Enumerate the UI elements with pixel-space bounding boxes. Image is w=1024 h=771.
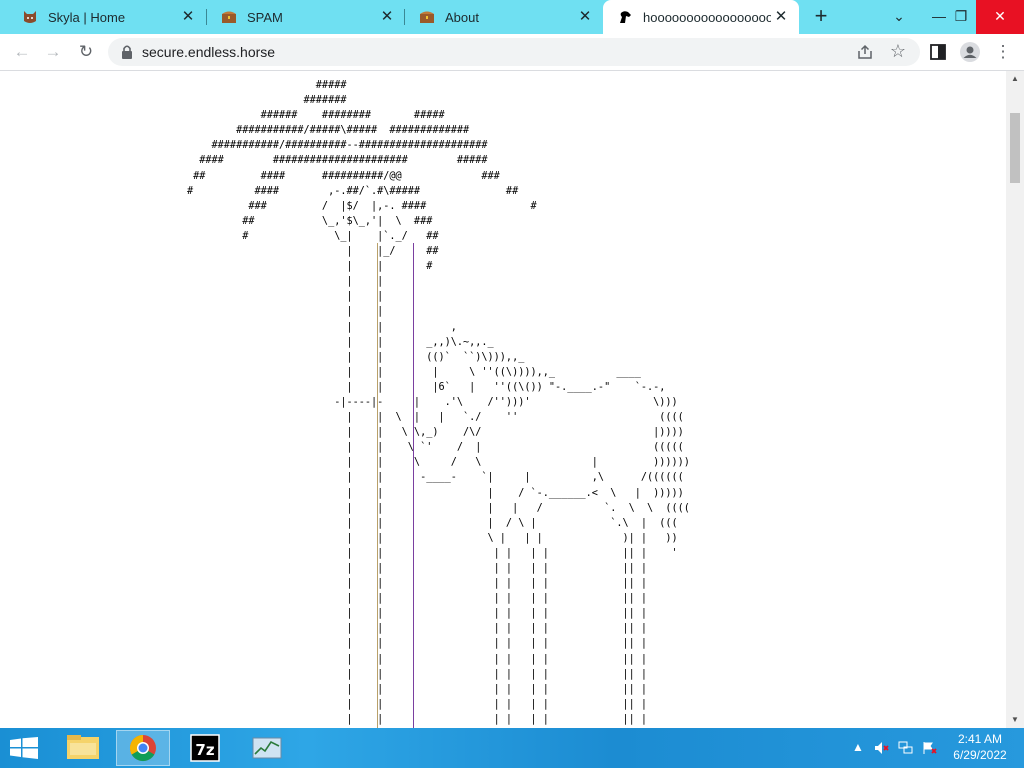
share-icon[interactable] <box>856 43 874 61</box>
horse-ascii-art: ##### ####### ###### ######## ##### ####… <box>187 80 690 725</box>
speaker-muted-icon[interactable] <box>874 741 890 755</box>
taskbar-file-explorer[interactable] <box>56 730 110 766</box>
restore-icon[interactable]: ❐ <box>944 0 978 34</box>
taskbar-chrome[interactable] <box>116 730 170 766</box>
lock-icon[interactable] <box>120 44 134 60</box>
vertical-scrollbar[interactable]: ▲ ▼ <box>1006 71 1024 728</box>
task-manager-icon <box>252 737 282 759</box>
side-panel-icon[interactable] <box>926 40 950 64</box>
network-icon[interactable] <box>898 741 914 755</box>
taskbar-task-manager[interactable] <box>240 730 294 766</box>
profile-avatar-icon[interactable] <box>958 40 982 64</box>
tab-title: Skyla | Home <box>48 9 126 25</box>
treasure-chest-icon <box>222 11 236 23</box>
tab-strip: Skyla | Home ✕ SPAM ✕ About ✕ hooooooooo… <box>0 0 1024 34</box>
new-tab-button[interactable]: + <box>808 5 834 29</box>
address-bar[interactable]: secure.endless.horse ☆ <box>108 38 920 66</box>
close-icon[interactable]: ✕ <box>377 7 397 27</box>
close-icon[interactable]: ✕ <box>575 7 595 27</box>
page-content: ##### ####### ###### ######## ##### ####… <box>0 71 1006 728</box>
chrome-icon <box>129 734 156 762</box>
tab-about[interactable]: About ✕ <box>405 0 603 34</box>
back-icon[interactable]: ← <box>9 39 35 65</box>
svg-text:7z: 7z <box>195 741 214 759</box>
tree-trunk-left-line <box>377 243 378 728</box>
reload-icon[interactable]: ↻ <box>73 39 99 65</box>
close-icon[interactable]: ✕ <box>178 7 198 27</box>
horse-head-icon <box>620 11 631 23</box>
tab-skyla-home[interactable]: Skyla | Home ✕ <box>8 0 206 34</box>
close-icon[interactable]: ✕ <box>771 7 791 27</box>
tab-search-icon[interactable]: ⌄ <box>882 0 916 34</box>
tab-title: hooooooooooooooooooooooooooooooooooooooo… <box>643 9 771 25</box>
scroll-down-arrow-icon[interactable]: ▼ <box>1006 712 1024 728</box>
show-hidden-icons-icon[interactable]: ▲ <box>852 740 864 754</box>
scroll-up-arrow-icon[interactable]: ▲ <box>1006 71 1024 87</box>
browser-toolbar: ← → ↻ secure.endless.horse ☆ ⋮ <box>0 34 1024 71</box>
tree-trunk-right-line <box>413 243 414 728</box>
forward-icon[interactable]: → <box>40 39 66 65</box>
action-center-flag-icon[interactable] <box>922 741 938 755</box>
file-explorer-icon <box>67 735 99 759</box>
menu-kebab-icon[interactable]: ⋮ <box>990 39 1016 65</box>
tab-spam[interactable]: SPAM ✕ <box>207 0 405 34</box>
url-text: secure.endless.horse <box>142 44 276 60</box>
tab-horse[interactable]: hooooooooooooooooooooooooooooooooooooooo… <box>603 0 799 34</box>
windows-taskbar: 7z ▲ 2:41 AM 6/29/2022 <box>0 728 1024 768</box>
clock-date: 6/29/2022 <box>953 748 1007 762</box>
treasure-chest-icon <box>420 11 434 23</box>
scroll-thumb[interactable] <box>1010 113 1020 183</box>
tab-title: SPAM <box>247 9 283 25</box>
tab-title: About <box>445 9 479 25</box>
system-clock[interactable]: 2:41 AM 6/29/2022 <box>944 731 1016 763</box>
7zip-icon: 7z <box>190 734 220 762</box>
clock-time: 2:41 AM <box>957 732 1003 746</box>
window-close-icon[interactable]: ✕ <box>976 0 1024 34</box>
cat-face-icon <box>24 11 36 23</box>
taskbar-7zip[interactable]: 7z <box>178 730 232 766</box>
windows-start-icon[interactable] <box>10 737 38 759</box>
bookmark-star-icon[interactable]: ☆ <box>890 41 906 61</box>
